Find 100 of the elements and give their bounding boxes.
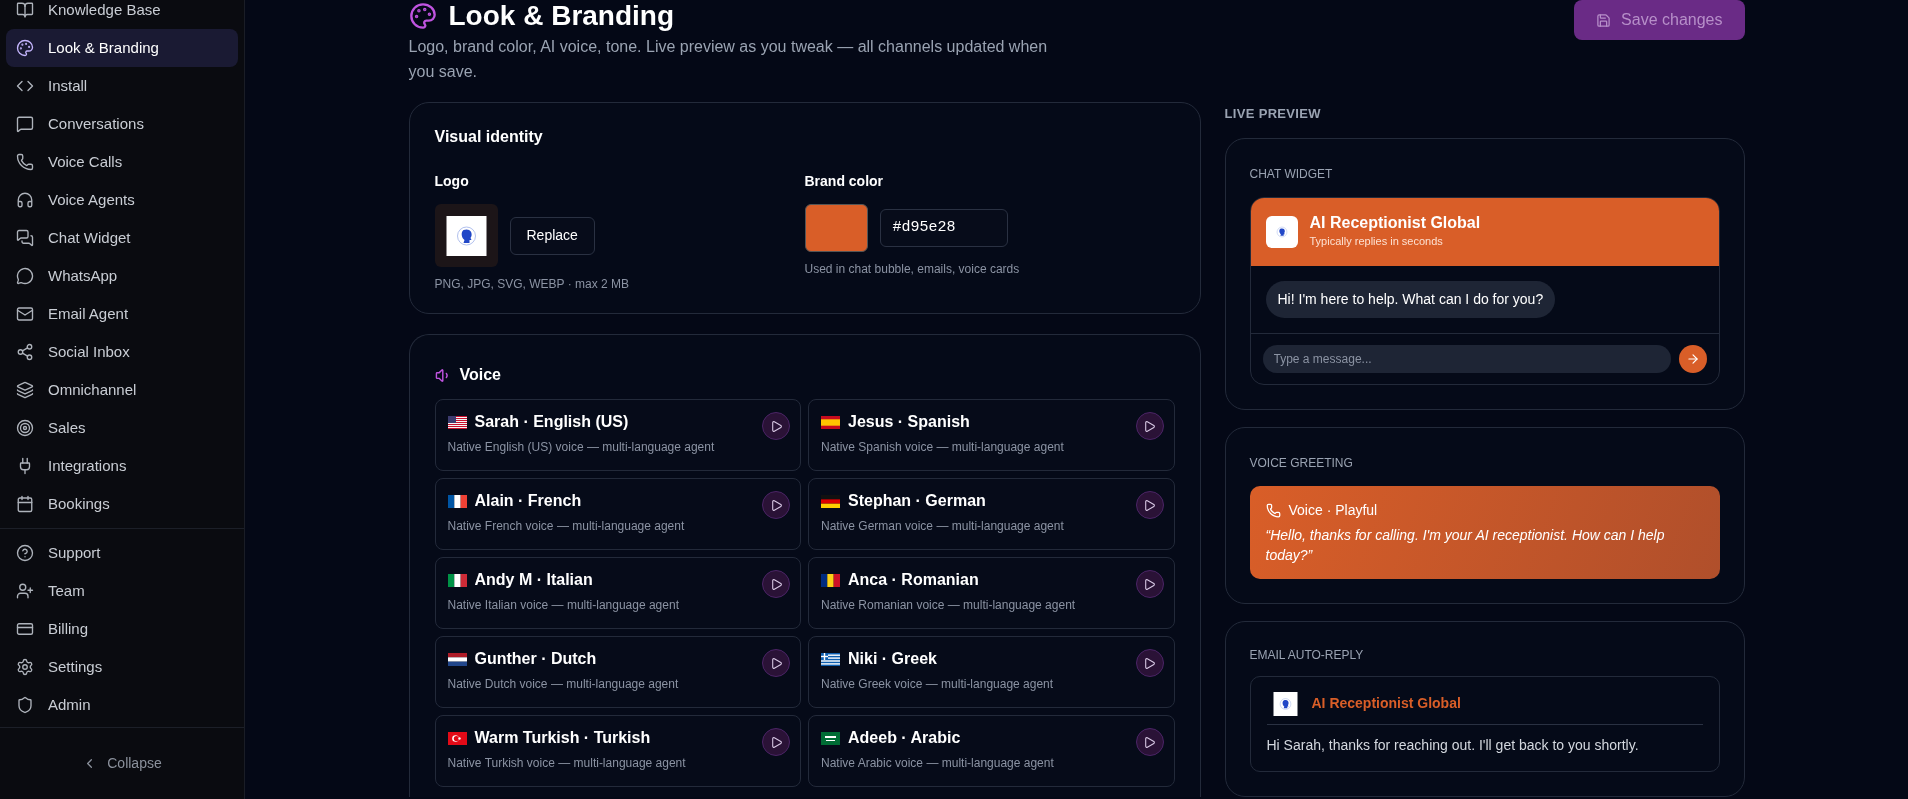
flag-icon [821, 494, 840, 508]
play-button[interactable] [762, 570, 790, 598]
voice-name: Sarah · English (US) [474, 412, 629, 432]
sidebar-item[interactable]: Integrations [6, 447, 238, 485]
widget-status: Typically replies in seconds [1309, 234, 1444, 250]
sidebar-item[interactable]: Admin [6, 686, 238, 724]
voice-option[interactable]: Jesus · Spanish Native Spanish voice — multi-language agent [808, 399, 1175, 471]
sidebar-item[interactable]: Voice Calls [6, 143, 238, 181]
card-title: Voice [459, 365, 501, 385]
play-button[interactable] [1135, 649, 1164, 677]
chat-message: Hi! I'm here to help. What can I do for you? [1265, 280, 1556, 318]
collapse-button[interactable]: Collapse [82, 753, 162, 774]
shield-icon [16, 696, 34, 714]
logo-hint: PNG, JPG, SVG, WEBP · max 2 MB [434, 276, 630, 293]
voice-option[interactable]: Warm Turkish · Turkish Native Turkish voice — multi-language agent [434, 715, 801, 787]
voice-name: Niki · Greek [848, 649, 937, 669]
calendar-icon [16, 495, 34, 513]
layers-icon [16, 381, 34, 399]
voice-name: Gunther · Dutch [474, 649, 597, 669]
sidebar-item[interactable]: Voice Agents [6, 181, 238, 219]
play-button[interactable] [1135, 491, 1164, 519]
sidebar-item[interactable]: Install [6, 67, 238, 105]
voice-option[interactable]: Stephan · German Native German voice — multi-language agent [808, 478, 1175, 550]
sidebar-item[interactable]: Conversations [6, 105, 238, 143]
sidebar-item[interactable]: Social Inbox [6, 333, 238, 371]
voice-option[interactable]: Alain · French Native French voice — multi-language agent [434, 478, 801, 550]
voice-option[interactable]: Adeeb · Arabic Native Arabic voice — multi-language agent [808, 715, 1175, 787]
voice-style: Voice · Playful [1288, 500, 1378, 520]
greeting-quote: “Hello, thanks for calling. I'm your AI receptionist. How can I help today?” [1265, 525, 1666, 565]
play-icon [1143, 498, 1156, 512]
sidebar-item[interactable]: Look & Branding [6, 29, 238, 67]
preview-label: EMAIL AUTO-REPLY [1249, 646, 1365, 664]
sidebar-item[interactable]: WhatsApp [6, 257, 238, 295]
play-icon [769, 735, 783, 749]
page-subtitle: Logo, brand color, AI voice, tone. Live preview as you tweak — all channels updated when you save. [408, 37, 1049, 82]
card-title: Visual identity [434, 127, 544, 147]
phone-icon [16, 153, 34, 171]
widget-name: AI Receptionist Global [1309, 213, 1481, 234]
flag-icon [821, 731, 840, 745]
play-icon [1143, 735, 1156, 749]
voice-description: Native Italian voice — multi-language agent [447, 597, 679, 614]
voice-description: Native Dutch voice — multi-language agent [447, 676, 679, 693]
email-body: Hi Sarah, thanks for reaching out. I'll get back to you shortly. [1266, 735, 1640, 755]
flag-icon [447, 731, 467, 745]
voice-option[interactable]: Gunther · Dutch Native Dutch voice — multi-language agent [434, 636, 801, 708]
send-button[interactable] [1678, 344, 1707, 373]
voice-name: Alain · French [474, 491, 582, 511]
sidebar-item[interactable]: Team [6, 572, 238, 610]
phone-icon [1265, 502, 1281, 518]
credit-card-icon [16, 620, 34, 638]
palette-icon [16, 39, 34, 57]
play-button[interactable] [1135, 728, 1164, 756]
voice-name: Stephan · German [848, 491, 986, 511]
sidebar-item[interactable]: Support [6, 534, 238, 572]
flag-icon [821, 415, 840, 429]
voice-option[interactable]: Sarah · English (US) Native English (US) voice — multi-language agent [434, 399, 801, 471]
play-button[interactable] [762, 491, 790, 519]
play-button[interactable] [762, 728, 790, 756]
voice-description: Native Turkish voice — multi-language agent [447, 755, 686, 772]
help-icon [16, 544, 34, 562]
play-button[interactable] [1135, 570, 1164, 598]
color-swatch[interactable] [804, 204, 868, 252]
flag-icon [447, 573, 467, 587]
user-plus-icon [16, 582, 34, 600]
save-icon [1596, 12, 1612, 28]
replace-button[interactable]: Replace [509, 216, 595, 255]
sidebar-item[interactable]: Knowledge Base [6, 0, 238, 29]
sidebar-item[interactable]: Billing [6, 610, 238, 648]
headphones-icon [16, 191, 34, 209]
play-button[interactable] [762, 649, 790, 677]
voice-option[interactable]: Anca · Romanian Native Romanian voice — multi-language agent [808, 557, 1175, 629]
flag-icon [447, 652, 467, 666]
voice-option[interactable]: Andy M · Italian Native Italian voice — multi-language agent [434, 557, 801, 629]
voice-name: Adeeb · Arabic [848, 728, 961, 748]
sidebar-item[interactable]: Email Agent [6, 295, 238, 333]
voice-name: Warm Turkish · Turkish [474, 728, 651, 748]
sidebar-item[interactable]: Sales [6, 409, 238, 447]
play-button[interactable] [762, 412, 790, 440]
round-chat-icon [16, 267, 34, 285]
voice-option[interactable]: Niki · Greek Native Greek voice — multi-language agent [808, 636, 1175, 708]
preview-label: CHAT WIDGET [1249, 165, 1334, 183]
voice-description: Native Romanian voice — multi-language agent [821, 597, 1076, 614]
play-icon [769, 577, 783, 591]
page-title: Look & Branding [448, 0, 675, 32]
sidebar-item[interactable]: Chat Widget [6, 219, 238, 257]
target-icon [16, 419, 34, 437]
voice-description: Native Greek voice — multi-language agent [821, 676, 1054, 693]
play-button[interactable] [1135, 412, 1164, 440]
voice-description: Native Spanish voice — multi-language agent [821, 439, 1064, 456]
voice-description: Native French voice — multi-language agent [447, 518, 685, 535]
sidebar-item[interactable]: Bookings [6, 485, 238, 523]
message-input[interactable]: Type a message... [1262, 344, 1671, 373]
voice-name: Andy M · Italian [474, 570, 593, 590]
mail-icon [16, 305, 34, 323]
chat-bubbles-icon [16, 229, 34, 247]
hex-color-field[interactable]: #d95e28 [879, 209, 1008, 247]
preview-label: VOICE GREETING [1249, 454, 1354, 472]
sidebar-item[interactable]: Settings [6, 648, 238, 686]
sidebar-item[interactable]: Omnichannel [6, 371, 238, 409]
play-icon [769, 656, 783, 670]
